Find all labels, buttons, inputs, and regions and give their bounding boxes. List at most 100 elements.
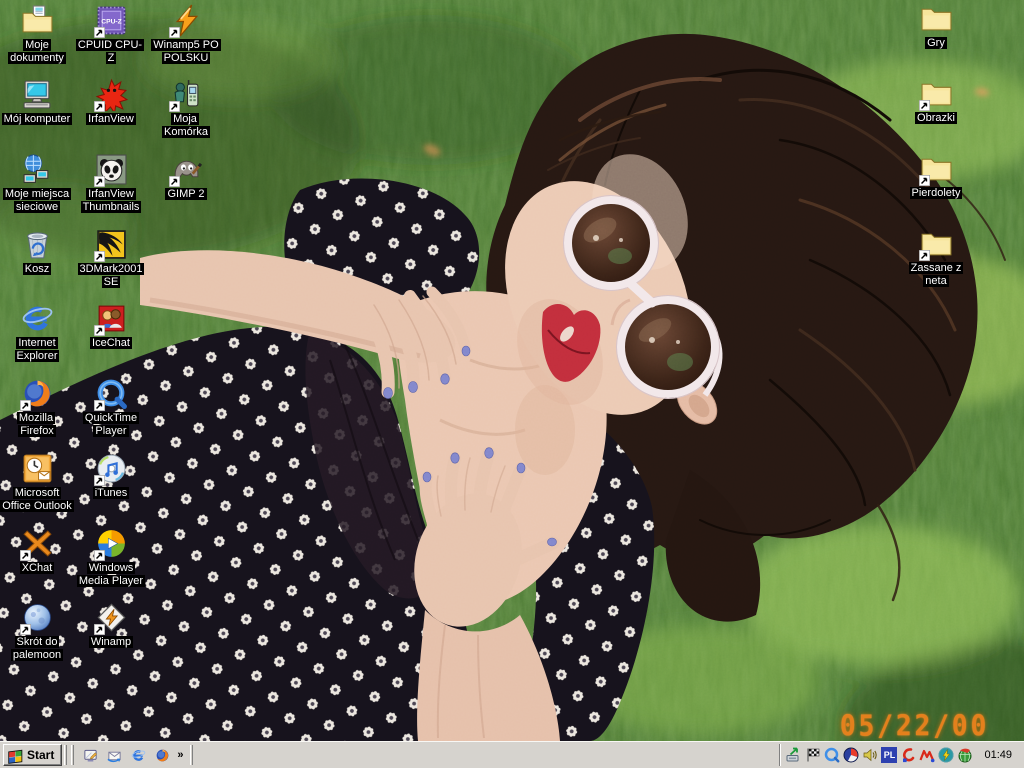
shortcut-arrow-icon	[169, 101, 180, 112]
network-globe-tray-icon[interactable]	[957, 747, 973, 763]
firefox-icon	[155, 748, 170, 763]
icon-label: Obrazki	[915, 112, 957, 124]
shortcut-arrow-icon	[169, 27, 180, 38]
my-documents-folder-icon	[21, 4, 54, 37]
quick-launch-overflow-chevron[interactable]: »	[175, 749, 185, 761]
icon-label: Pierdolety	[910, 187, 963, 199]
winamp-diamond-icon	[95, 601, 128, 634]
shortcut-arrow-icon	[20, 624, 31, 635]
desktop-icon-zassane-z-neta[interactable]: Zassane z neta	[899, 227, 973, 288]
desktop-icon-irfanview[interactable]: IrfanView	[74, 78, 148, 126]
icon-label: IrfanView Thumbnails	[81, 188, 142, 213]
shortcut-arrow-icon	[20, 550, 31, 561]
desktop-icon-gry[interactable]: Gry	[899, 2, 973, 50]
tray-divider	[779, 744, 781, 766]
icon-label: Winamp5 PO POLSKU	[151, 39, 220, 64]
taskbar: Start » PL 01:49	[0, 741, 1024, 768]
irfanview-splat-icon	[95, 78, 128, 111]
shortcut-arrow-icon	[94, 176, 105, 187]
desktop-icon-icechat[interactable]: IceChat	[74, 302, 148, 350]
cpu-meter-icon[interactable]	[843, 747, 859, 763]
shortcut-arrow-icon	[94, 325, 105, 336]
desktop-icon-xchat[interactable]: XChat	[0, 527, 74, 575]
itunes-icon	[95, 452, 128, 485]
icon-label: XChat	[20, 562, 55, 574]
internet-explorer-icon	[131, 748, 146, 763]
firefox-icon	[21, 377, 54, 410]
language-indicator[interactable]: PL	[881, 747, 897, 763]
desktop-icon-outlook[interactable]: Microsoft Office Outlook	[0, 452, 74, 513]
taskbar-clock[interactable]: 01:49	[984, 749, 1012, 761]
winamp-lightning-icon	[170, 4, 203, 37]
network-places-icon	[21, 153, 54, 186]
icon-label: Moje miejsca sieciowe	[3, 188, 71, 213]
desktop-icon-moje-dokumenty[interactable]: Moje dokumenty	[0, 4, 74, 65]
desktop-icon-internet-explorer[interactable]: Internet Explorer	[0, 302, 74, 363]
icon-label: Windows Media Player	[77, 562, 145, 587]
red-hook-tray-icon[interactable]	[900, 747, 916, 763]
desktop-icon-winamp5[interactable]: Winamp5 PO POLSKU	[149, 4, 223, 65]
desktop-icon-irfanview-thumbnails[interactable]: IrfanView Thumbnails	[74, 153, 148, 214]
icon-label: Kosz	[23, 263, 51, 275]
folder-icon	[920, 152, 953, 185]
red-wave-tray-icon[interactable]	[919, 747, 935, 763]
desktop-icon-cpuz[interactable]: CPUID CPU-Z	[74, 4, 148, 65]
icechat-icon	[95, 302, 128, 335]
toolbar-grip[interactable]	[190, 745, 193, 765]
volume-icon[interactable]	[862, 747, 878, 763]
desktop-icon-gimp[interactable]: GIMP 2	[149, 153, 223, 201]
desktop-icon-wmp[interactable]: Windows Media Player	[74, 527, 148, 588]
desktop-icon-kosz[interactable]: Kosz	[0, 228, 74, 276]
desktop-icon-palemoon[interactable]: Skrót do palemoon	[0, 601, 74, 662]
windows-flag-icon	[7, 747, 24, 764]
shortcut-arrow-icon	[94, 475, 105, 486]
icon-label: Microsoft Office Outlook	[0, 487, 74, 512]
desktop-icon-moja-komorka[interactable]: Moja Komórka	[149, 78, 223, 139]
toolbar-grip[interactable]	[64, 745, 67, 765]
checkered-flag-icon[interactable]	[805, 747, 821, 763]
internet-explorer-icon	[21, 302, 54, 335]
quicktime-tray-icon[interactable]	[824, 747, 840, 763]
desktop[interactable]: 05/22/00 Moje dokumenty CPUID CPU-Z Wina…	[0, 0, 1024, 741]
icon-label: Moja Komórka	[162, 113, 210, 138]
desktop-icon-quicktime[interactable]: QuickTime Player	[74, 377, 148, 438]
firefox-button[interactable]	[151, 745, 173, 766]
windows-desktop-screen: 05/22/00 Moje dokumenty CPUID CPU-Z Wina…	[0, 0, 1024, 768]
icon-label: IrfanView	[86, 113, 136, 125]
desktop-icon-3dmark[interactable]: 3DMark2001 SE	[74, 228, 148, 289]
icon-label: Internet Explorer	[15, 337, 60, 362]
outlook-express-button[interactable]	[103, 745, 125, 766]
shortcut-arrow-icon	[20, 400, 31, 411]
shortcut-arrow-icon	[94, 251, 105, 262]
desktop-icon-pierdolety[interactable]: Pierdolety	[899, 152, 973, 200]
desktop-icon-obrazki[interactable]: Obrazki	[899, 77, 973, 125]
desktop-icon-moje-miejsca-sieciowe[interactable]: Moje miejsca sieciowe	[0, 153, 74, 214]
icon-label: IceChat	[90, 337, 132, 349]
internet-explorer-button[interactable]	[127, 745, 149, 766]
winamp-agent-icon[interactable]	[938, 747, 954, 763]
desktop-icon-firefox[interactable]: Mozilla Firefox	[0, 377, 74, 438]
icon-label: Gry	[925, 37, 947, 49]
shortcut-arrow-icon	[94, 400, 105, 411]
desktop-icon-moj-komputer[interactable]: Mój komputer	[0, 78, 74, 126]
recycle-bin-icon	[21, 228, 54, 261]
3dmark-icon	[95, 228, 128, 261]
shortcut-arrow-icon	[94, 624, 105, 635]
icon-label: Moje dokumenty	[8, 39, 66, 64]
quicktime-icon	[95, 377, 128, 410]
safely-remove-hardware-icon[interactable]	[786, 747, 802, 763]
desktop-icon-winamp[interactable]: Winamp	[74, 601, 148, 649]
start-button[interactable]: Start	[3, 744, 62, 766]
icon-label: Zassane z neta	[909, 262, 964, 287]
shortcut-arrow-icon	[94, 101, 105, 112]
mobile-phone-icon	[170, 78, 203, 111]
palemoon-icon	[21, 601, 54, 634]
show-desktop-button[interactable]	[79, 745, 101, 766]
toolbar-grip[interactable]	[71, 745, 74, 765]
desktop-icon-itunes[interactable]: iTunes	[74, 452, 148, 500]
icon-label: GIMP 2	[165, 188, 206, 200]
shortcut-arrow-icon	[169, 176, 180, 187]
gimp-wilber-icon	[170, 153, 203, 186]
my-computer-icon	[21, 78, 54, 111]
icon-label: Skrót do palemoon	[11, 636, 63, 661]
